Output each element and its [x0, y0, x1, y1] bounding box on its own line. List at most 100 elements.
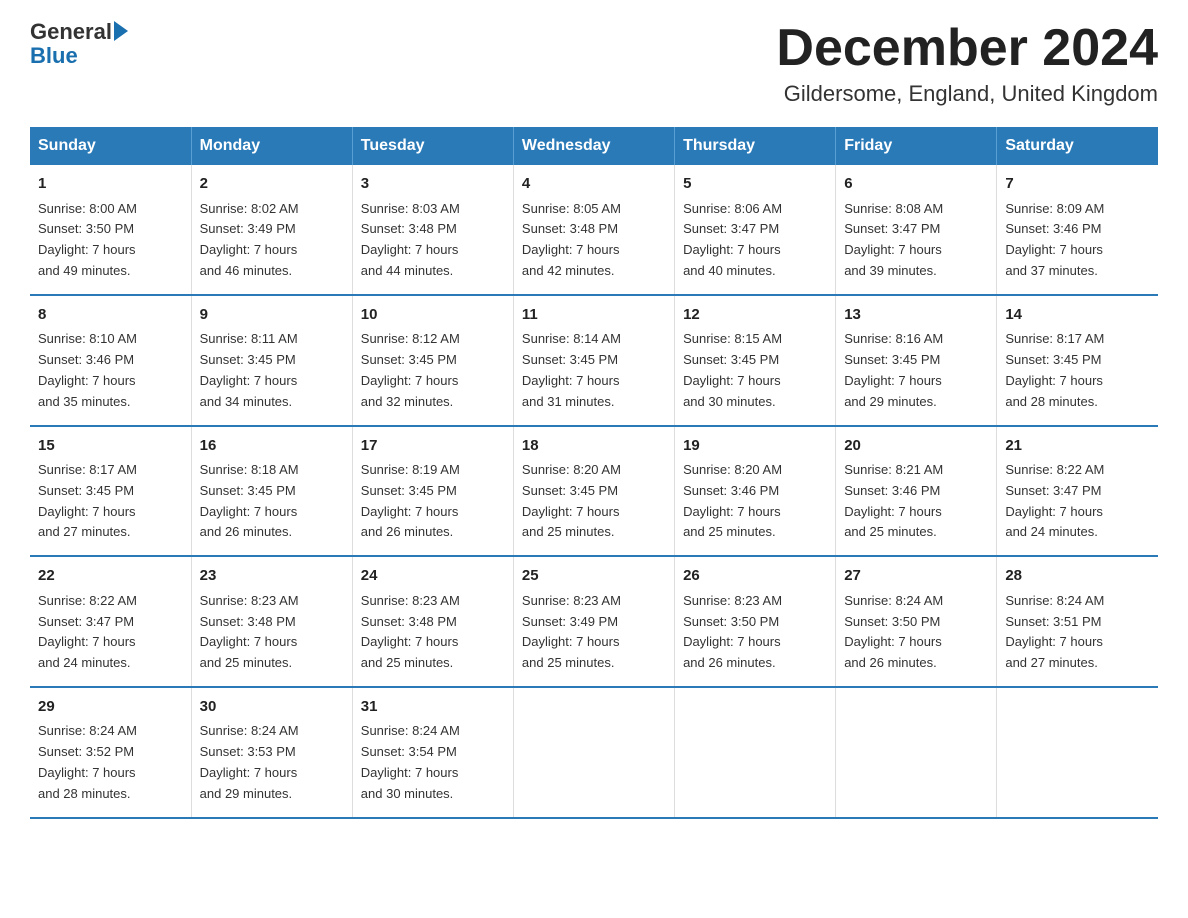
day-number: 26 [683, 565, 827, 588]
day-info: Sunrise: 8:22 AM Sunset: 3:47 PM Dayligh… [1005, 462, 1104, 539]
calendar-day-cell: 12 Sunrise: 8:15 AM Sunset: 3:45 PM Dayl… [675, 295, 836, 426]
day-info: Sunrise: 8:21 AM Sunset: 3:46 PM Dayligh… [844, 462, 943, 539]
calendar-day-cell: 21 Sunrise: 8:22 AM Sunset: 3:47 PM Dayl… [997, 426, 1158, 557]
day-info: Sunrise: 8:24 AM Sunset: 3:52 PM Dayligh… [38, 723, 137, 800]
calendar-week-row: 15 Sunrise: 8:17 AM Sunset: 3:45 PM Dayl… [30, 426, 1158, 557]
day-info: Sunrise: 8:09 AM Sunset: 3:46 PM Dayligh… [1005, 201, 1104, 278]
calendar-day-cell: 11 Sunrise: 8:14 AM Sunset: 3:45 PM Dayl… [513, 295, 674, 426]
day-number: 8 [38, 304, 183, 327]
calendar-week-row: 8 Sunrise: 8:10 AM Sunset: 3:46 PM Dayli… [30, 295, 1158, 426]
calendar-day-cell [997, 687, 1158, 818]
day-number: 20 [844, 435, 988, 458]
logo: General Blue [30, 20, 128, 68]
day-info: Sunrise: 8:17 AM Sunset: 3:45 PM Dayligh… [38, 462, 137, 539]
day-info: Sunrise: 8:08 AM Sunset: 3:47 PM Dayligh… [844, 201, 943, 278]
day-number: 30 [200, 696, 344, 719]
day-number: 17 [361, 435, 505, 458]
day-number: 10 [361, 304, 505, 327]
day-number: 22 [38, 565, 183, 588]
calendar-day-cell: 22 Sunrise: 8:22 AM Sunset: 3:47 PM Dayl… [30, 556, 191, 687]
day-info: Sunrise: 8:03 AM Sunset: 3:48 PM Dayligh… [361, 201, 460, 278]
calendar-day-cell: 7 Sunrise: 8:09 AM Sunset: 3:46 PM Dayli… [997, 165, 1158, 295]
day-number: 13 [844, 304, 988, 327]
calendar-week-row: 22 Sunrise: 8:22 AM Sunset: 3:47 PM Dayl… [30, 556, 1158, 687]
calendar-day-cell [513, 687, 674, 818]
day-number: 14 [1005, 304, 1150, 327]
calendar-day-cell: 14 Sunrise: 8:17 AM Sunset: 3:45 PM Dayl… [997, 295, 1158, 426]
calendar-day-cell: 8 Sunrise: 8:10 AM Sunset: 3:46 PM Dayli… [30, 295, 191, 426]
day-info: Sunrise: 8:24 AM Sunset: 3:54 PM Dayligh… [361, 723, 460, 800]
day-number: 4 [522, 173, 666, 196]
calendar-day-cell [836, 687, 997, 818]
day-info: Sunrise: 8:23 AM Sunset: 3:49 PM Dayligh… [522, 593, 621, 670]
calendar-day-cell: 5 Sunrise: 8:06 AM Sunset: 3:47 PM Dayli… [675, 165, 836, 295]
location-text: Gildersome, England, United Kingdom [776, 81, 1158, 107]
calendar-day-cell: 25 Sunrise: 8:23 AM Sunset: 3:49 PM Dayl… [513, 556, 674, 687]
calendar-table: SundayMondayTuesdayWednesdayThursdayFrid… [30, 127, 1158, 818]
day-info: Sunrise: 8:16 AM Sunset: 3:45 PM Dayligh… [844, 331, 943, 408]
calendar-day-cell: 17 Sunrise: 8:19 AM Sunset: 3:45 PM Dayl… [352, 426, 513, 557]
day-info: Sunrise: 8:11 AM Sunset: 3:45 PM Dayligh… [200, 331, 298, 408]
day-info: Sunrise: 8:18 AM Sunset: 3:45 PM Dayligh… [200, 462, 299, 539]
day-info: Sunrise: 8:23 AM Sunset: 3:50 PM Dayligh… [683, 593, 782, 670]
day-number: 16 [200, 435, 344, 458]
logo-general-text: General [30, 20, 112, 44]
calendar-day-cell: 24 Sunrise: 8:23 AM Sunset: 3:48 PM Dayl… [352, 556, 513, 687]
day-number: 29 [38, 696, 183, 719]
day-info: Sunrise: 8:12 AM Sunset: 3:45 PM Dayligh… [361, 331, 460, 408]
calendar-day-cell: 23 Sunrise: 8:23 AM Sunset: 3:48 PM Dayl… [191, 556, 352, 687]
day-number: 7 [1005, 173, 1150, 196]
day-number: 23 [200, 565, 344, 588]
calendar-day-cell: 26 Sunrise: 8:23 AM Sunset: 3:50 PM Dayl… [675, 556, 836, 687]
day-number: 12 [683, 304, 827, 327]
day-info: Sunrise: 8:02 AM Sunset: 3:49 PM Dayligh… [200, 201, 299, 278]
day-info: Sunrise: 8:10 AM Sunset: 3:46 PM Dayligh… [38, 331, 137, 408]
day-number: 1 [38, 173, 183, 196]
day-number: 25 [522, 565, 666, 588]
calendar-day-cell: 10 Sunrise: 8:12 AM Sunset: 3:45 PM Dayl… [352, 295, 513, 426]
day-number: 5 [683, 173, 827, 196]
day-info: Sunrise: 8:05 AM Sunset: 3:48 PM Dayligh… [522, 201, 621, 278]
day-number: 3 [361, 173, 505, 196]
calendar-day-cell: 3 Sunrise: 8:03 AM Sunset: 3:48 PM Dayli… [352, 165, 513, 295]
page-header: General Blue December 2024 Gildersome, E… [30, 20, 1158, 107]
day-number: 21 [1005, 435, 1150, 458]
calendar-week-row: 1 Sunrise: 8:00 AM Sunset: 3:50 PM Dayli… [30, 165, 1158, 295]
calendar-day-cell: 2 Sunrise: 8:02 AM Sunset: 3:49 PM Dayli… [191, 165, 352, 295]
day-number: 31 [361, 696, 505, 719]
calendar-day-cell: 16 Sunrise: 8:18 AM Sunset: 3:45 PM Dayl… [191, 426, 352, 557]
day-of-week-header: Friday [836, 127, 997, 165]
calendar-day-cell [675, 687, 836, 818]
day-info: Sunrise: 8:20 AM Sunset: 3:45 PM Dayligh… [522, 462, 621, 539]
calendar-day-cell: 13 Sunrise: 8:16 AM Sunset: 3:45 PM Dayl… [836, 295, 997, 426]
day-info: Sunrise: 8:06 AM Sunset: 3:47 PM Dayligh… [683, 201, 782, 278]
day-number: 28 [1005, 565, 1150, 588]
day-of-week-header: Tuesday [352, 127, 513, 165]
calendar-week-row: 29 Sunrise: 8:24 AM Sunset: 3:52 PM Dayl… [30, 687, 1158, 818]
day-number: 27 [844, 565, 988, 588]
day-of-week-header: Thursday [675, 127, 836, 165]
day-number: 11 [522, 304, 666, 327]
logo-arrow-icon [114, 21, 128, 41]
calendar-day-cell: 19 Sunrise: 8:20 AM Sunset: 3:46 PM Dayl… [675, 426, 836, 557]
day-number: 6 [844, 173, 988, 196]
day-info: Sunrise: 8:24 AM Sunset: 3:53 PM Dayligh… [200, 723, 299, 800]
calendar-day-cell: 6 Sunrise: 8:08 AM Sunset: 3:47 PM Dayli… [836, 165, 997, 295]
day-info: Sunrise: 8:24 AM Sunset: 3:50 PM Dayligh… [844, 593, 943, 670]
logo-blue-text: Blue [30, 44, 128, 68]
calendar-day-cell: 4 Sunrise: 8:05 AM Sunset: 3:48 PM Dayli… [513, 165, 674, 295]
calendar-day-cell: 9 Sunrise: 8:11 AM Sunset: 3:45 PM Dayli… [191, 295, 352, 426]
day-number: 18 [522, 435, 666, 458]
day-info: Sunrise: 8:23 AM Sunset: 3:48 PM Dayligh… [361, 593, 460, 670]
calendar-day-cell: 1 Sunrise: 8:00 AM Sunset: 3:50 PM Dayli… [30, 165, 191, 295]
day-info: Sunrise: 8:17 AM Sunset: 3:45 PM Dayligh… [1005, 331, 1104, 408]
day-info: Sunrise: 8:15 AM Sunset: 3:45 PM Dayligh… [683, 331, 782, 408]
day-number: 2 [200, 173, 344, 196]
day-number: 24 [361, 565, 505, 588]
day-info: Sunrise: 8:24 AM Sunset: 3:51 PM Dayligh… [1005, 593, 1104, 670]
day-info: Sunrise: 8:14 AM Sunset: 3:45 PM Dayligh… [522, 331, 621, 408]
day-of-week-header: Wednesday [513, 127, 674, 165]
day-of-week-header: Saturday [997, 127, 1158, 165]
day-info: Sunrise: 8:00 AM Sunset: 3:50 PM Dayligh… [38, 201, 137, 278]
day-info: Sunrise: 8:19 AM Sunset: 3:45 PM Dayligh… [361, 462, 460, 539]
